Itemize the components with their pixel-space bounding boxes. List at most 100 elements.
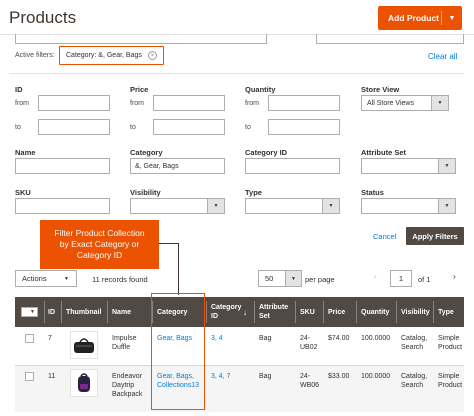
- cell-category-id[interactable]: 3, 4, 7: [211, 372, 230, 381]
- sku-filter-label: SKU: [15, 188, 31, 197]
- page-number-input[interactable]: 1: [390, 270, 412, 287]
- name-input[interactable]: [15, 158, 110, 174]
- type-line: Simple: [438, 373, 460, 380]
- price-from-label: from: [130, 100, 144, 107]
- type-line: Simple: [438, 335, 460, 342]
- per-page-select[interactable]: 50 ▼: [258, 270, 302, 287]
- column-header-id[interactable]: ID: [48, 297, 55, 327]
- quantity-from-label: from: [245, 100, 259, 107]
- column-header-price[interactable]: Price: [328, 297, 345, 327]
- chevron-down-icon: ▼: [30, 309, 35, 315]
- column-header-sku[interactable]: SKU: [300, 297, 315, 327]
- sku-input[interactable]: [15, 198, 110, 214]
- id-filter-label: ID: [15, 85, 23, 94]
- quantity-from-input[interactable]: [268, 95, 340, 111]
- filters-divider: [9, 73, 464, 74]
- add-product-dropdown-icon[interactable]: ▼: [442, 15, 462, 22]
- column-header-thumbnail: Thumbnail: [66, 308, 102, 316]
- per-page-value: 50: [265, 274, 274, 283]
- column-header-visibility[interactable]: Visibility: [401, 297, 430, 327]
- column-divider: [206, 301, 207, 323]
- column-header-category-id[interactable]: Category ID: [211, 297, 243, 327]
- cell-visibility: Catalog, Search: [401, 334, 427, 352]
- chevron-down-icon: ▼: [438, 159, 455, 173]
- type-select[interactable]: ▼: [245, 198, 340, 214]
- column-header-type[interactable]: Type: [438, 297, 454, 327]
- sku-line: 24-: [300, 335, 311, 342]
- category-id-input[interactable]: [245, 158, 340, 174]
- name-filter-label: Name: [15, 148, 36, 157]
- price-to-label: to: [130, 124, 136, 131]
- column-divider: [433, 301, 434, 323]
- cell-name: Impulse Duffle: [112, 334, 137, 352]
- column-header-name[interactable]: Name: [112, 297, 131, 327]
- cell-attribute-set: Bag: [259, 335, 272, 342]
- cell-category-id[interactable]: 3, 4: [211, 334, 223, 343]
- visibility-line: Catalog,: [401, 373, 428, 380]
- feature-callout: Filter Product Collection by Exact Categ…: [40, 220, 159, 269]
- price-to-input[interactable]: [153, 119, 225, 135]
- callout-connector-line: [159, 243, 179, 295]
- category-filter-label: Category: [130, 148, 163, 157]
- visibility-line: Catalog,: [401, 335, 428, 342]
- records-count: 11 records found: [92, 275, 148, 284]
- previous-panel-edge: [316, 34, 464, 44]
- id-to-input[interactable]: [38, 119, 110, 135]
- id-from-input[interactable]: [38, 95, 110, 111]
- attribute-set-select[interactable]: ▼: [361, 158, 456, 174]
- row-checkbox[interactable]: [25, 372, 34, 381]
- cell-id: 7: [48, 335, 52, 342]
- column-divider: [323, 301, 324, 323]
- column-header-quantity[interactable]: Quantity: [361, 297, 389, 327]
- column-divider: [254, 301, 255, 323]
- actions-dropdown[interactable]: Actions ▼: [15, 270, 77, 287]
- id-to-label: to: [15, 124, 21, 131]
- name-line: Backpack: [112, 391, 143, 398]
- status-filter-label: Status: [361, 188, 384, 197]
- category-column-highlight: [151, 293, 205, 410]
- status-select[interactable]: ▼: [361, 198, 456, 214]
- quantity-to-label: to: [245, 124, 251, 131]
- row-checkbox[interactable]: [25, 334, 34, 343]
- cell-price: $33.00: [328, 373, 350, 380]
- chevron-down-icon: ▼: [431, 96, 448, 110]
- cell-type: Simple Product: [438, 372, 462, 390]
- next-page-icon[interactable]: ›: [453, 271, 456, 281]
- column-divider: [356, 301, 357, 323]
- visibility-select[interactable]: ▼: [130, 198, 225, 214]
- visibility-line: Search: [401, 344, 424, 351]
- name-line: Duffle: [112, 344, 131, 351]
- cell-visibility: Catalog, Search: [401, 372, 427, 390]
- active-filter-chip: Category: &, Gear, Bags ×: [59, 46, 164, 65]
- clear-all-link[interactable]: Clear all: [428, 52, 457, 61]
- callout-line-3: Category ID: [76, 250, 123, 260]
- product-thumbnail: [70, 369, 98, 397]
- column-header-attribute-set[interactable]: Attribute Set: [259, 297, 289, 327]
- store-view-label: Store View: [361, 85, 400, 94]
- per-page-label: per page: [305, 275, 335, 284]
- duffle-bag-icon: [74, 338, 94, 353]
- store-view-select[interactable]: All Store Views ▼: [361, 95, 449, 111]
- sku-line: WB06: [300, 382, 320, 389]
- quantity-to-input[interactable]: [268, 119, 340, 135]
- column-divider: [61, 301, 62, 323]
- add-product-button[interactable]: Add Product ▼: [378, 6, 462, 30]
- name-line: Endeavor: [112, 373, 142, 380]
- chevron-down-icon: ▼: [285, 271, 301, 286]
- cancel-filters-link[interactable]: Cancel: [373, 232, 396, 241]
- select-all-checkbox[interactable]: ▼: [21, 307, 38, 317]
- remove-filter-icon[interactable]: ×: [147, 51, 157, 60]
- sku-line: 24-: [300, 373, 311, 380]
- apply-filters-button[interactable]: Apply Filters: [406, 227, 464, 245]
- backpack-icon: [78, 373, 90, 392]
- page-total: of 1: [418, 275, 431, 284]
- add-product-label: Add Product: [388, 13, 439, 23]
- type-filter-label: Type: [245, 188, 262, 197]
- previous-page-icon[interactable]: ‹: [374, 272, 377, 281]
- cell-quantity: 100.0000: [361, 335, 391, 342]
- column-divider: [107, 301, 108, 323]
- quantity-filter-label: Quantity: [245, 85, 276, 94]
- price-from-input[interactable]: [153, 95, 225, 111]
- cell-quantity: 100.0000: [361, 373, 391, 380]
- category-input[interactable]: &, Gear, Bags: [130, 158, 225, 174]
